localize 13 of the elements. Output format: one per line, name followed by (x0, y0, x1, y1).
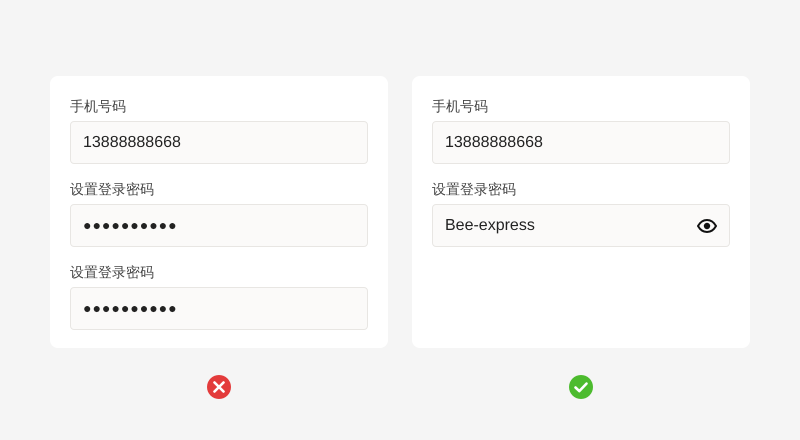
input-field[interactable]: ●●●●●●●●●● (70, 287, 368, 330)
field-label: 设置登录密码 (70, 180, 155, 199)
input-field[interactable]: 13888888668 (70, 121, 368, 164)
field-label: 设置登录密码 (70, 263, 155, 282)
input-field[interactable]: ●●●●●●●●●● (70, 204, 368, 247)
field-label: 设置登录密码 (432, 180, 517, 199)
input-field[interactable]: 13888888668 (432, 121, 730, 164)
cross-icon (207, 375, 231, 399)
input-field[interactable]: Bee-express (432, 204, 730, 247)
field-label: 手机号码 (432, 97, 489, 116)
field-label: 手机号码 (70, 97, 127, 116)
check-icon (569, 375, 593, 399)
eye-icon[interactable] (697, 218, 717, 232)
